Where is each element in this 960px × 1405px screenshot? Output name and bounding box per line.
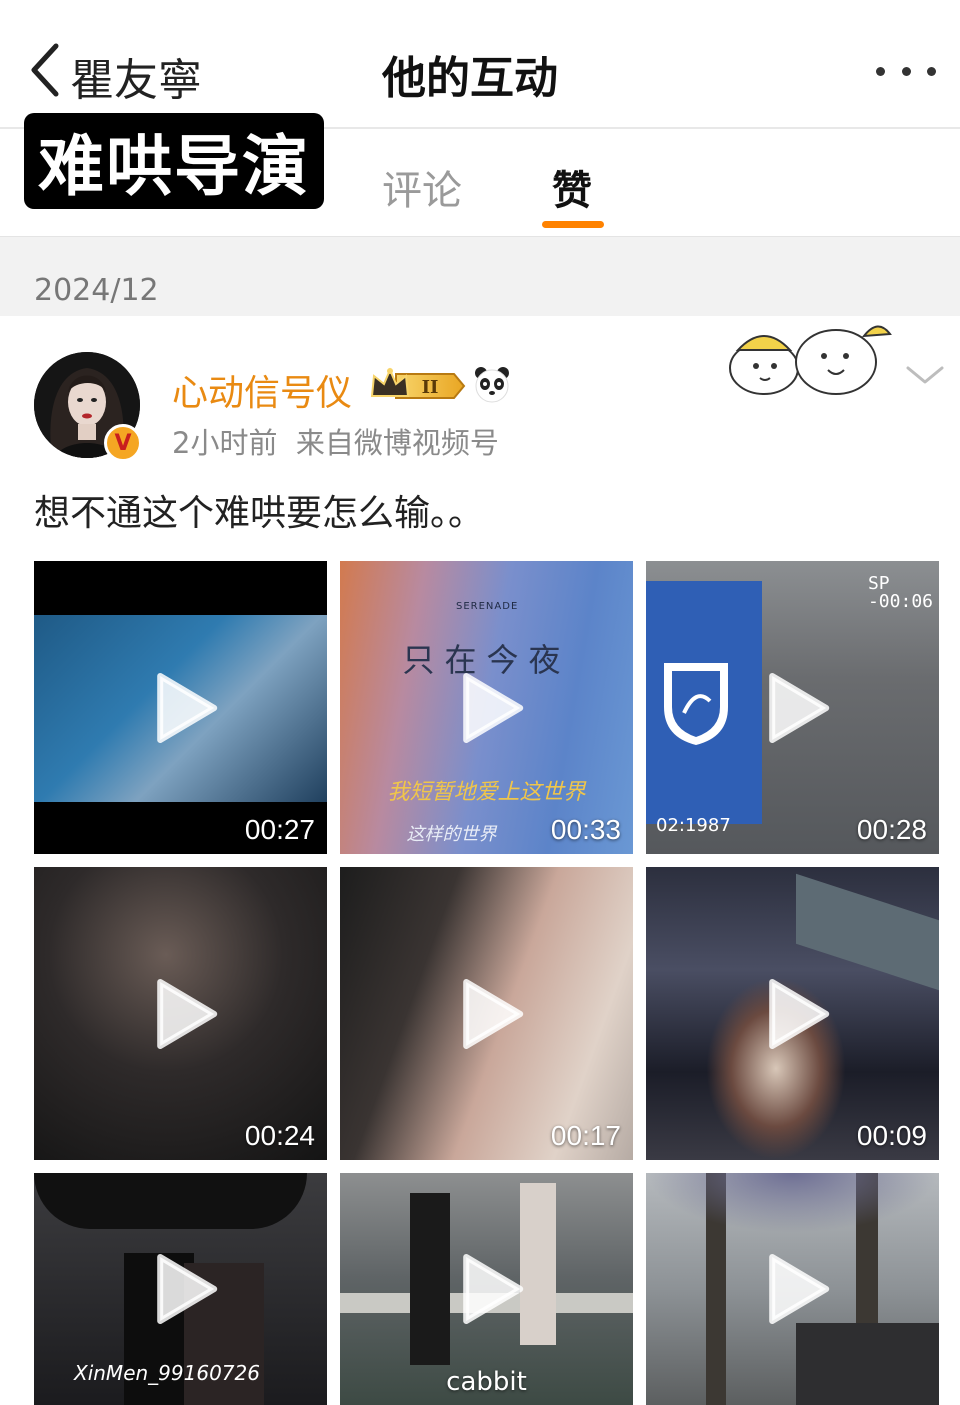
video-duration: 00:28	[856, 814, 927, 845]
panda-icon	[475, 367, 509, 403]
vip-crown-badge-icon[interactable]: II	[368, 366, 466, 406]
video-thumbnail[interactable]: 00:09	[646, 867, 939, 1160]
video-thumbnail[interactable]: SERENADE 只在今夜 我短暂地爱上这世界 这样的世界 00:33	[340, 561, 633, 854]
video-duration: 00:17	[550, 1120, 621, 1151]
verified-badge-icon: V	[104, 424, 142, 462]
overlay-caption-label: 难哄导演	[24, 113, 324, 209]
video-thumbnail[interactable]: 00:17	[340, 867, 633, 1160]
top-nav-bar: 瞿友寧 他的互动	[0, 0, 960, 128]
play-icon	[156, 1254, 217, 1324]
page-title: 他的互动	[382, 53, 558, 104]
post-content-text: 想不通这个难哄要怎么输。。	[34, 493, 485, 534]
video-overlay-lyric: 我短暂地爱上这世界	[387, 780, 586, 805]
more-dot	[927, 66, 936, 76]
video-overlay-text: SERENADE	[456, 601, 519, 612]
video-duration: 00:27	[244, 814, 315, 845]
video-thumbnail[interactable]: cabbit	[340, 1173, 633, 1405]
more-button[interactable]	[876, 56, 936, 86]
video-watermark-caption: XinMen_99160726	[74, 1361, 260, 1385]
video-watermark-caption: cabbit	[446, 1367, 527, 1397]
chevron-down-icon[interactable]	[904, 362, 946, 388]
active-tab-indicator	[542, 221, 604, 228]
video-duration: 00:33	[550, 814, 621, 845]
play-icon	[462, 978, 523, 1049]
school-badge-icon	[664, 663, 728, 745]
post-username[interactable]: 心动信号仪	[172, 364, 352, 416]
tab-comments[interactable]: 评论	[382, 158, 462, 216]
video-thumbnail[interactable]: XinMen_99160726	[34, 1173, 327, 1405]
play-icon	[462, 1254, 523, 1324]
play-icon	[156, 672, 217, 743]
play-icon	[768, 672, 829, 743]
play-icon	[156, 978, 217, 1049]
video-thumbnail[interactable]: SP -00:06 02:1987 00:28	[646, 561, 939, 854]
video-thumbnail[interactable]	[646, 1173, 939, 1405]
play-icon	[768, 1254, 829, 1324]
video-overlay-date: 02:1987	[656, 815, 731, 836]
post-time: 2小时前	[172, 426, 278, 460]
video-thumbnail[interactable]: 00:24	[34, 867, 327, 1160]
post-source: 来自微博视频号	[295, 426, 499, 460]
video-thumbnail[interactable]: 00:27	[34, 561, 327, 854]
video-duration: 00:09	[856, 1120, 927, 1151]
decorative-sticker-icon	[729, 325, 892, 395]
post-meta: 2小时前 来自微博视频号	[172, 420, 499, 462]
more-dot	[876, 66, 885, 76]
play-icon	[462, 672, 523, 743]
svg-text:II: II	[422, 377, 439, 398]
more-dot	[901, 66, 911, 76]
date-header-text: 2024/12	[34, 273, 159, 308]
play-icon	[768, 978, 829, 1049]
video-overlay-text: SP -00:06	[867, 573, 933, 612]
video-duration: 00:24	[244, 1120, 315, 1151]
tab-likes[interactable]: 赞	[552, 158, 592, 216]
